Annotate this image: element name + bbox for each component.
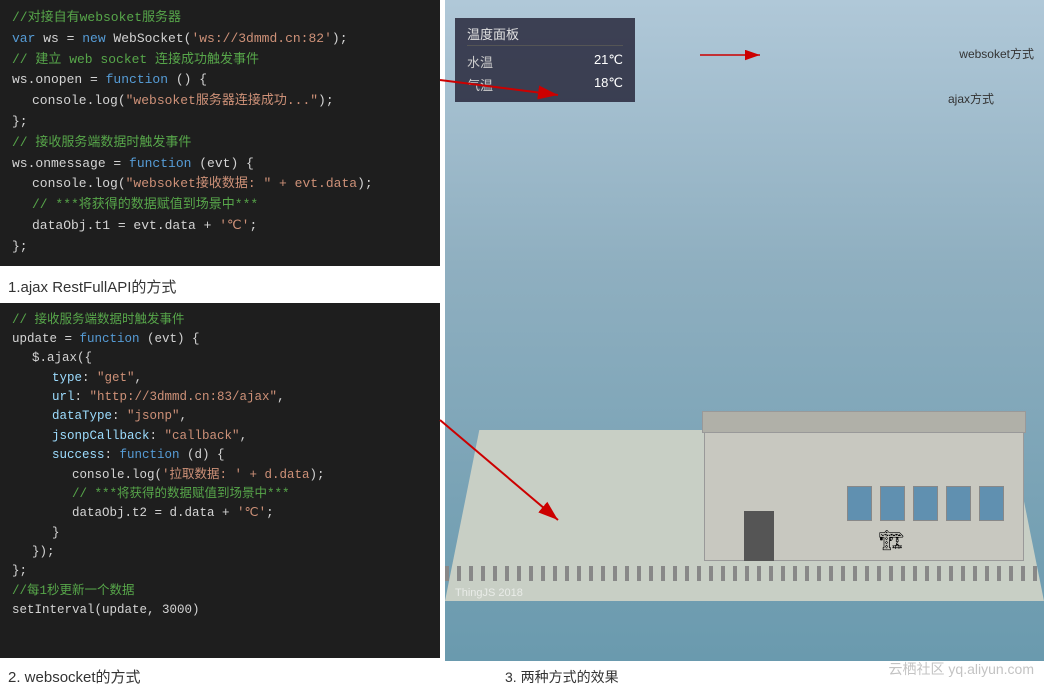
- code-line: }: [12, 524, 428, 543]
- code-comment: // 接收服务端数据时触发事件: [12, 311, 428, 330]
- temp-panel-title: 温度面板: [467, 24, 623, 46]
- code-line: console.log("websoket接收数据: " + evt.data)…: [12, 174, 428, 195]
- building-scene: 🏗 ThingJS 2018 温度面板 水温 21℃ 气温 18℃: [445, 0, 1044, 661]
- right-panel: 🏗 ThingJS 2018 温度面板 水温 21℃ 气温 18℃: [445, 0, 1044, 687]
- window: [847, 486, 872, 521]
- forklift: 🏗: [879, 528, 904, 553]
- building-door: [744, 511, 774, 561]
- scene-area: 🏗 ThingJS 2018 温度面板 水温 21℃ 气温 18℃: [445, 0, 1044, 661]
- code-line: dataObj.t2 = d.data + '℃';: [12, 504, 428, 523]
- annotation-ajax: ajax方式: [948, 90, 994, 107]
- code-line: ws.onmessage = function (evt) {: [12, 154, 428, 175]
- code-line: $.ajax({: [12, 349, 428, 368]
- code-line: url: "http://3dmmd.cn:83/ajax",: [12, 388, 428, 407]
- code-line: jsonpCallback: "callback",: [12, 427, 428, 446]
- temp-value-water: 21℃: [594, 52, 623, 71]
- annotation-websocket: websoket方式: [959, 45, 1034, 62]
- temp-row-water: 水温 21℃: [467, 50, 623, 73]
- window: [880, 486, 905, 521]
- code-line: var ws = new WebSocket('ws://3dmmd.cn:82…: [12, 29, 428, 50]
- code-line: };: [12, 112, 428, 133]
- temp-label-air: 气温: [467, 75, 493, 94]
- code-comment: // ***将获得的数据赋值到场景中***: [12, 485, 428, 504]
- building-body: [684, 401, 1024, 561]
- code-block-ajax: // 接收服务端数据时触发事件 update = function (evt) …: [0, 303, 440, 658]
- building-roof: [702, 411, 1026, 433]
- window: [913, 486, 938, 521]
- code-line: dataType: "jsonp",: [12, 407, 428, 426]
- code-line: update = function (evt) {: [12, 330, 428, 349]
- code-line: console.log('拉取数据: ' + d.data);: [12, 466, 428, 485]
- thingjs-watermark: ThingJS 2018: [455, 587, 523, 599]
- code-comment: // ***将获得的数据赋值到场景中***: [12, 195, 428, 216]
- window: [979, 486, 1004, 521]
- code-line: };: [12, 237, 428, 258]
- code-line: dataObj.t1 = evt.data + '℃';: [12, 216, 428, 237]
- code-line: });: [12, 543, 428, 562]
- code-comment: //每1秒更新一个数据: [12, 582, 428, 601]
- code-line: setInterval(update, 3000): [12, 601, 428, 620]
- code-comment: //对接自有websoket服务器: [12, 8, 428, 29]
- temp-label-water: 水温: [467, 52, 493, 71]
- temp-value-air: 18℃: [594, 75, 623, 94]
- temp-panel: 温度面板 水温 21℃ 气温 18℃: [455, 18, 635, 102]
- label-ajax: 1.ajax RestFullAPI的方式: [0, 266, 445, 303]
- left-panel: //对接自有websoket服务器 var ws = new WebSocket…: [0, 0, 445, 687]
- code-line: success: function (d) {: [12, 446, 428, 465]
- temp-row-air: 气温 18℃: [467, 73, 623, 96]
- main-container: //对接自有websoket服务器 var ws = new WebSocket…: [0, 0, 1044, 687]
- watermark: 云栖社区 yq.aliyun.com: [889, 659, 1034, 679]
- building-windows: [847, 486, 1004, 521]
- code-comment: // 接收服务端数据时触发事件: [12, 133, 428, 154]
- window: [946, 486, 971, 521]
- fence: [445, 566, 1044, 581]
- code-comment: // 建立 web socket 连接成功触发事件: [12, 50, 428, 71]
- code-line: type: "get",: [12, 369, 428, 388]
- code-line: };: [12, 562, 428, 581]
- code-line: console.log("websoket服务器连接成功...");: [12, 91, 428, 112]
- code-block-websocket: //对接自有websoket服务器 var ws = new WebSocket…: [0, 0, 440, 266]
- label-websocket: 2. websocket的方式: [0, 658, 445, 687]
- code-line: ws.onopen = function () {: [12, 70, 428, 91]
